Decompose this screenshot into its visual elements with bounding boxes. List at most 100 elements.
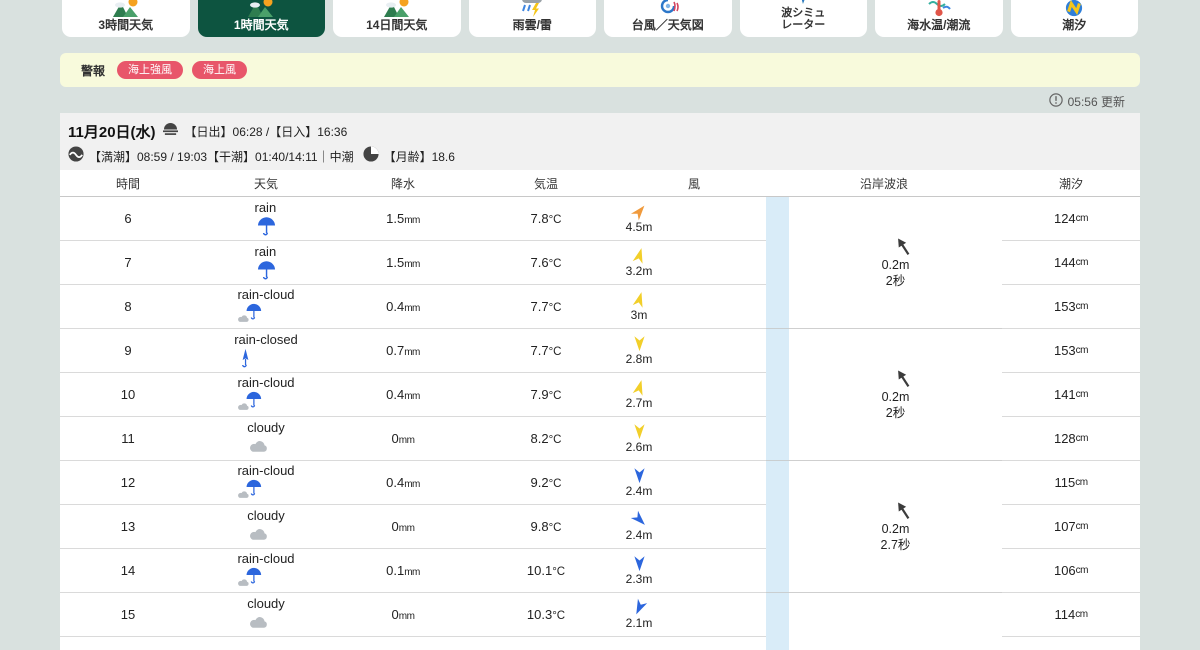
precip-cell: 0.4mm	[386, 387, 420, 402]
table-row: 9 rain-closed 0.7mm 7.7°C 2.8m	[60, 329, 766, 373]
temp-cell: 10.3°C	[526, 607, 566, 622]
column-header: 風	[687, 176, 700, 191]
wave-group-cell: 0.2m 2秒	[789, 197, 1002, 329]
date-label: 11月20日(水)	[68, 124, 156, 141]
forecast-tab[interactable]: 3時間天気	[62, 0, 190, 37]
tide-cell: 107 cm	[1002, 505, 1140, 549]
precip-cell: 0mm	[391, 607, 415, 622]
precip-cell: 1.5mm	[386, 211, 420, 226]
table-row: 12 rain-cloud 0.4mm 9.2°C 2.4m	[60, 461, 766, 505]
wind-cell: 2.1m	[626, 598, 708, 630]
tide-cell: 153 cm	[1002, 329, 1140, 373]
wind-direction-arrow	[632, 248, 643, 264]
tide-cell: 115 cm	[1002, 461, 1140, 505]
precip-cell: 1.5mm	[386, 255, 420, 270]
wave-section-divider	[766, 197, 789, 650]
hour-cell: 6	[124, 211, 132, 226]
forecast-tab[interactable]: 台風／天気図	[604, 0, 732, 37]
tab-label: 14日間天気	[366, 18, 428, 33]
wave-group-cell	[789, 593, 1002, 650]
forecast-tab[interactable]: 海水温/潮流	[875, 0, 1003, 37]
temp-cell: 8.2°C	[530, 431, 562, 446]
hour-cell: 12	[120, 475, 136, 490]
warning-bar: 警報 海上強風 海上風	[60, 53, 1140, 87]
forecast-tab[interactable]: 雨雲/雷	[468, 0, 596, 37]
wind-direction-arrow	[633, 556, 645, 572]
table-row: 13 cloudy 0mm 9.8°C 2.4m	[60, 505, 766, 549]
wave-direction-arrow	[897, 238, 909, 256]
temp-cell: 9.2°C	[530, 475, 562, 490]
wind-speed: 2.8m	[625, 352, 653, 366]
wave-group-cell: 0.2m 2.7秒	[789, 461, 1002, 593]
wind-speed: 3.2m	[625, 264, 653, 278]
tide-cell: 106 cm	[1002, 549, 1140, 593]
coastal-wave-column: 0.2m 2秒 0.2m 2秒 0.2m 2.7秒	[789, 197, 1002, 650]
tab-label: 海水温/潮流	[907, 18, 971, 33]
date-header: 11月20日(水) 【日出】06:28 /【日入】16:36 【満潮】08:59…	[60, 113, 1140, 170]
column-header: 潮汐	[1058, 176, 1083, 191]
wind-cell: 2.3m	[626, 555, 708, 586]
wind-cell: 3m	[631, 291, 703, 322]
hour-cell: 13	[120, 519, 136, 534]
hour-cell: 14	[120, 563, 136, 578]
table-row: 11 cloudy 0mm 8.2°C 2.6m	[60, 417, 766, 461]
tide-cell: 144 cm	[1002, 241, 1140, 285]
wind-speed: 2.4m	[625, 484, 653, 498]
forecast-tab[interactable]: 波シミュ レーター	[739, 0, 867, 37]
weather-icon-cell: cloudy	[247, 508, 285, 546]
tide-cell: 141 cm	[1002, 373, 1140, 417]
weather-icon-cell: cloudy	[247, 596, 285, 634]
warning-badge[interactable]: 海上強風	[117, 60, 184, 80]
wave-group-cell: 0.2m 2秒	[789, 329, 1002, 461]
weather-forecast-page: 3時間天気 1時間天気 14日間天気 雨雲/雷 台風／天気図 波シミュ レーター…	[0, 0, 1200, 650]
warning-badge[interactable]: 海上風	[192, 60, 248, 80]
warning-badges: 海上強風 海上風	[117, 60, 248, 80]
info-icon[interactable]	[1048, 93, 1063, 110]
forecast-tab[interactable]: 14日間天気	[333, 0, 461, 37]
wave-period: 2.7秒	[880, 538, 911, 552]
update-time-text: 05:56 更新	[1067, 95, 1125, 109]
hour-cell: 10	[120, 387, 136, 402]
wind-cell: 2.4m	[626, 467, 708, 498]
weather-icon-cell: rain-cloud	[237, 463, 295, 502]
tide-cell: 153 cm	[1002, 285, 1140, 329]
weather-icon-cell: rain-cloud	[237, 551, 295, 590]
tab-label: 3時間天気	[98, 18, 154, 33]
tab-label: 雨雲/雷	[512, 18, 552, 33]
tide-cell: 128 cm	[1002, 417, 1140, 461]
wind-speed: 2.7m	[625, 396, 653, 410]
hour-cell: 9	[124, 343, 132, 358]
precip-cell: 0.4mm	[386, 299, 420, 314]
hour-cell: 11	[121, 431, 135, 446]
precip-cell: 0mm	[391, 519, 415, 534]
table-row: 6 rain 1.5mm 7.8°C 4.5m	[60, 197, 766, 241]
table-row: 14 rain-cloud 0.1mm 10.1°C 2.3m	[60, 549, 766, 593]
forecast-tab[interactable]: 潮汐	[1010, 0, 1138, 37]
wind-cell: 4.5m	[626, 203, 708, 234]
tide-times-text: 【満潮】08:59 / 19:03【干潮】01:40/14:11｜中潮	[89, 150, 354, 164]
wind-direction-arrow	[632, 292, 643, 308]
forecast-card: 11月20日(水) 【日出】06:28 /【日入】16:36 【満潮】08:59…	[60, 113, 1140, 650]
column-header: 気温	[533, 176, 558, 191]
precip-cell: 0.7mm	[386, 343, 420, 358]
wave-period: 2秒	[885, 274, 906, 288]
table-row: 7 rain 1.5mm 7.6°C 3.2m	[60, 241, 766, 285]
weather-icon-cell: rain	[255, 200, 278, 238]
precip-cell: 0.4mm	[386, 475, 420, 490]
wind-direction-arrow	[633, 336, 645, 352]
forecast-tab[interactable]: 1時間天気	[197, 0, 325, 37]
temp-cell: 7.9°C	[530, 387, 562, 402]
temp-cell: 7.6°C	[530, 255, 562, 270]
tab-label: 潮汐	[1062, 18, 1087, 33]
wave-direction-arrow	[897, 370, 909, 388]
wind-direction-arrow	[633, 424, 645, 440]
weather-icon-cell: rain-closed	[234, 332, 298, 370]
wind-cell: 2.8m	[626, 335, 708, 366]
tab-label: 波シミュ レーター	[781, 7, 826, 32]
wind-cell: 2.4m	[626, 510, 708, 542]
table-row	[60, 637, 766, 650]
wind-speed: 2.6m	[625, 440, 653, 454]
wave-direction-arrow	[897, 502, 909, 520]
temp-cell: 7.7°C	[530, 299, 562, 314]
table-row: 10 rain-cloud 0.4mm 7.9°C 2.7m	[60, 373, 766, 417]
